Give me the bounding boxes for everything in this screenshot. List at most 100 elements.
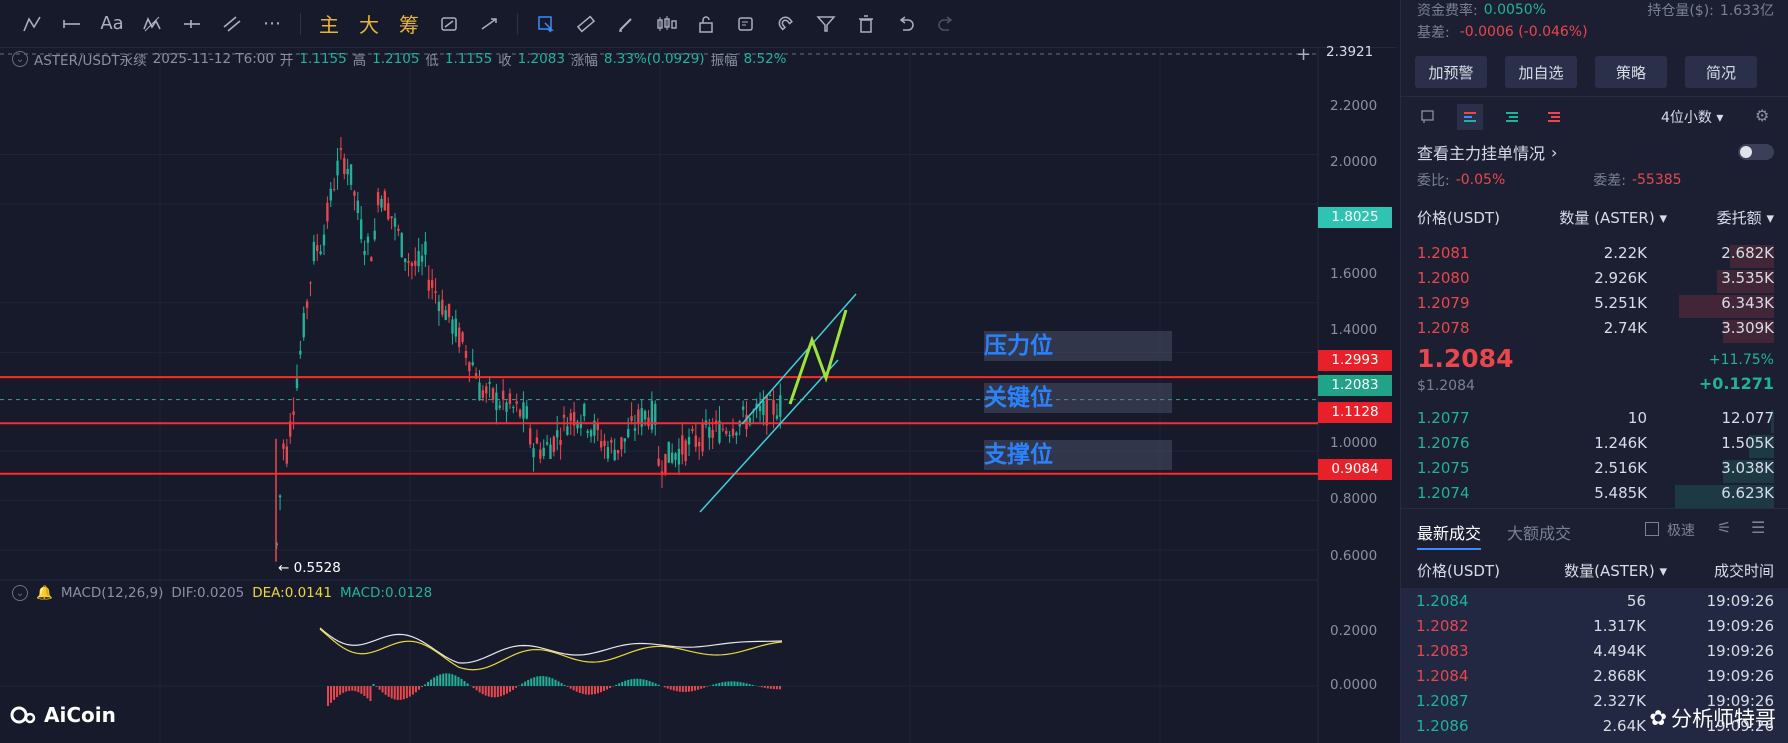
- settings-gear-icon[interactable]: ⚙: [1755, 106, 1769, 125]
- candle-body: [458, 327, 461, 347]
- strategy-button[interactable]: 策略: [1595, 56, 1667, 88]
- bid-row[interactable]: 1.2076 1.246K 1.505K: [1417, 430, 1774, 458]
- candle-body: [400, 233, 403, 258]
- ask-row[interactable]: 1.2079 5.251K 6.343K: [1417, 290, 1774, 318]
- pencil-icon[interactable]: [606, 4, 646, 44]
- candles-icon[interactable]: [646, 4, 686, 44]
- col-qty[interactable]: 数量 (ASTER) ▾: [1537, 207, 1667, 228]
- tab-latest-trades[interactable]: 最新成交: [1417, 520, 1482, 550]
- macd-histogram-bar: [730, 681, 733, 686]
- bid-row[interactable]: 1.2074 5.485K 6.623K: [1417, 480, 1774, 508]
- tab-big-trades[interactable]: 大额成交: [1507, 520, 1571, 544]
- orderbook-bids-icon[interactable]: [1499, 104, 1525, 130]
- main-orders-row[interactable]: 查看主力挂单情况 ›: [1417, 140, 1774, 164]
- chip-distribution-button[interactable]: 筹: [389, 4, 429, 44]
- add-alert-button[interactable]: 加预警: [1415, 56, 1487, 88]
- ask-row[interactable]: 1.2081 2.22K 2.682K: [1417, 240, 1774, 268]
- candle-body: [775, 415, 779, 419]
- trade-time: 19:09:26: [1706, 591, 1774, 610]
- main-orders-toggle[interactable]: [1738, 144, 1774, 160]
- redo-icon[interactable]: [926, 4, 966, 44]
- candle-body: [677, 448, 681, 465]
- big-order-button[interactable]: 大: [349, 4, 389, 44]
- price-chart-canvas[interactable]: [0, 48, 1396, 743]
- change-percent: +11.75%: [1708, 352, 1774, 368]
- ask-row[interactable]: 1.2080 2.926K 3.535K: [1417, 265, 1774, 293]
- text-tool-icon[interactable]: Aa: [92, 4, 132, 44]
- diff-value: -55385: [1631, 172, 1682, 188]
- orderbook-asks-icon[interactable]: [1541, 104, 1567, 130]
- candle-body: [616, 449, 620, 454]
- filter-settings-icon[interactable]: ⚟: [1717, 518, 1731, 537]
- candle-body: [481, 390, 485, 398]
- swap-icon[interactable]: [469, 4, 509, 44]
- candle-body: [599, 441, 603, 448]
- macd-histogram-bar: [766, 686, 769, 689]
- chart-area[interactable]: Aa ⋯ 主 大 筹 ⌄ ASTER/USDT永续 2025-11-12 T6:…: [0, 0, 1396, 743]
- aicoin-logo-icon: [10, 706, 36, 724]
- more-icon[interactable]: ⋯: [252, 4, 292, 44]
- collapse-chevron-icon[interactable]: ⌄: [12, 51, 28, 67]
- fast-mode-checkbox[interactable]: [1645, 522, 1659, 536]
- macd-histogram-bar: [681, 686, 684, 692]
- candle-body: [772, 399, 775, 415]
- overview-button[interactable]: 简况: [1685, 56, 1757, 88]
- lock-icon[interactable]: [686, 4, 726, 44]
- action-buttons: 加预警 加自选 策略 简况: [1415, 56, 1757, 88]
- orderbook-both-icon[interactable]: [1457, 104, 1483, 130]
- trade-row: 1.2087 2.327K 19:09:26: [1400, 688, 1788, 713]
- filter-icon[interactable]: [806, 4, 846, 44]
- bell-icon[interactable]: 🔔: [36, 585, 53, 601]
- macd-histogram-bar: [557, 681, 560, 686]
- bid-price: 1.2076: [1417, 433, 1470, 452]
- candle-body: [451, 319, 454, 334]
- decimals-select[interactable]: 4位小数 ▾: [1661, 107, 1723, 127]
- bid-row[interactable]: 1.2077 10 12.077: [1417, 405, 1774, 433]
- parallel-channel-icon[interactable]: [212, 4, 252, 44]
- macd-histogram-bar: [524, 681, 527, 686]
- ask-qty: 2.22K: [1603, 243, 1647, 262]
- trend-line-icon[interactable]: [12, 4, 52, 44]
- amplitude-label: 振幅: [710, 53, 738, 69]
- macd-histogram-bar: [721, 682, 724, 686]
- trade-time: 19:09:26: [1706, 641, 1774, 660]
- chat-icon[interactable]: [1415, 104, 1441, 130]
- price-axis-label: 2.3921: [1326, 44, 1374, 60]
- cursor-icon[interactable]: [526, 4, 566, 44]
- macd-name: MACD(12,26,9): [60, 585, 164, 601]
- ask-price: 1.2080: [1417, 268, 1470, 287]
- main-indicator-button[interactable]: 主: [309, 4, 349, 44]
- add-watchlist-button[interactable]: 加自选: [1505, 56, 1577, 88]
- last-price-usd: $1.2084: [1417, 378, 1475, 394]
- collapse-chevron-icon[interactable]: ⌄: [12, 585, 28, 601]
- macd-histogram-bar: [487, 686, 490, 697]
- low-price-marker: ← 0.5528: [278, 560, 341, 576]
- macd-histogram-bar: [687, 686, 690, 692]
- candle-body: [728, 435, 731, 437]
- macd-histogram-bar: [669, 686, 672, 690]
- bid-qty: 2.516K: [1594, 458, 1647, 477]
- macd-histogram-bar: [772, 686, 775, 690]
- col-amount[interactable]: 委托额 ▾: [1667, 207, 1774, 228]
- crosshair-plus-icon[interactable]: +: [1296, 44, 1311, 65]
- undo-icon[interactable]: [886, 4, 926, 44]
- edit-note-icon[interactable]: [726, 4, 766, 44]
- macd-histogram-bar: [339, 686, 342, 695]
- column-settings-icon[interactable]: ☰: [1751, 518, 1765, 537]
- decimals-value: 4位小数: [1661, 110, 1712, 126]
- ask-row[interactable]: 1.2078 2.74K 3.309K: [1417, 315, 1774, 343]
- candle-body: [403, 258, 407, 263]
- horizontal-line-icon[interactable]: [52, 4, 92, 44]
- main-orders-link[interactable]: 查看主力挂单情况: [1417, 140, 1545, 164]
- ray-line-icon[interactable]: [172, 4, 212, 44]
- ruler-icon[interactable]: [566, 4, 606, 44]
- magnet-icon[interactable]: [766, 4, 806, 44]
- candle-body: [471, 362, 474, 366]
- macd-histogram-bar: [366, 686, 369, 699]
- trade-col-qty[interactable]: 数量(ASTER) ▾: [1537, 560, 1667, 581]
- trash-icon[interactable]: [846, 4, 886, 44]
- macd-histogram-bar: [590, 686, 593, 695]
- refresh-drawing-icon[interactable]: [429, 4, 469, 44]
- pattern-icon[interactable]: [132, 4, 172, 44]
- bid-row[interactable]: 1.2075 2.516K 3.038K: [1417, 455, 1774, 483]
